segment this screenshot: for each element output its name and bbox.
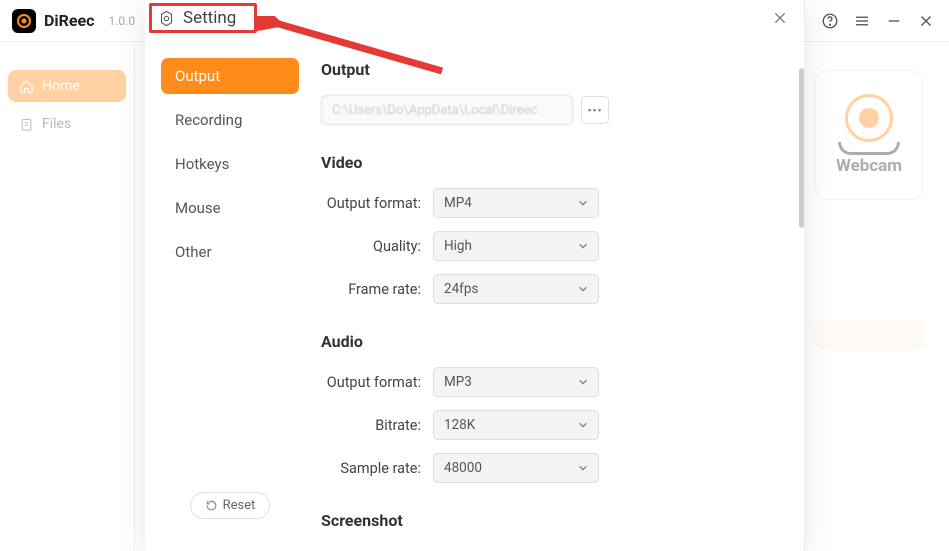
audio-samplerate-value: 48000	[444, 460, 482, 476]
header-controls	[821, 12, 935, 30]
gear-icon	[158, 10, 175, 27]
output-path-field[interactable]: C:\Users\Do\AppData\Local\Direec	[321, 95, 573, 125]
scrollbar[interactable]	[799, 68, 804, 228]
video-quality-label: Quality:	[321, 238, 421, 255]
chevron-down-icon	[578, 420, 588, 430]
section-audio-title: Audio	[321, 332, 770, 351]
dialog-content: Output C:\Users\Do\AppData\Local\Direec …	[315, 38, 804, 551]
dlg-nav-hotkeys[interactable]: Hotkeys	[161, 146, 299, 182]
audio-bitrate-select[interactable]: 128K	[433, 410, 599, 440]
dlg-nav-other[interactable]: Other	[161, 234, 299, 270]
help-icon[interactable]	[821, 12, 839, 30]
dialog-close-button[interactable]	[772, 10, 788, 30]
video-format-label: Output format:	[321, 195, 421, 212]
video-quality-value: High	[444, 238, 472, 254]
section-video: Video Output format: MP4 Quality: High	[321, 153, 770, 304]
audio-samplerate-select[interactable]: 48000	[433, 453, 599, 483]
dialog-nav: Output Recording Hotkeys Mouse Other Res…	[145, 38, 315, 551]
section-video-title: Video	[321, 153, 770, 172]
audio-format-value: MP3	[444, 374, 472, 390]
dlg-nav-output[interactable]: Output	[161, 58, 299, 94]
reset-label: Reset	[223, 498, 256, 513]
settings-dialog: Setting Output Recording Hotkeys Mouse O…	[145, 0, 805, 551]
menu-icon[interactable]	[853, 12, 871, 30]
video-framerate-value: 24fps	[444, 281, 478, 297]
chevron-down-icon	[578, 377, 588, 387]
dialog-title: Setting	[183, 8, 236, 28]
close-window-icon[interactable]	[917, 12, 935, 30]
video-framerate-label: Frame rate:	[321, 281, 421, 298]
section-output-title: Output	[321, 60, 770, 79]
app-version: 1.0.0	[109, 14, 136, 28]
audio-bitrate-label: Bitrate:	[321, 417, 421, 434]
dialog-header: Setting	[145, 0, 804, 38]
section-screenshot-title: Screenshot	[321, 511, 770, 530]
reset-button[interactable]: Reset	[190, 492, 271, 519]
video-format-select[interactable]: MP4	[433, 188, 599, 218]
browse-button[interactable]: •••	[581, 96, 609, 124]
section-screenshot: Screenshot	[321, 511, 770, 530]
reset-icon	[205, 499, 218, 512]
audio-format-label: Output format:	[321, 374, 421, 391]
chevron-down-icon	[578, 284, 588, 294]
minimize-icon[interactable]	[885, 12, 903, 30]
audio-samplerate-label: Sample rate:	[321, 460, 421, 477]
dialog-title-highlight: Setting	[149, 3, 257, 33]
app-logo-icon	[12, 9, 36, 33]
video-framerate-select[interactable]: 24fps	[433, 274, 599, 304]
app-logo-wrap: DiReec 1.0.0	[12, 9, 135, 33]
dlg-nav-recording[interactable]: Recording	[161, 102, 299, 138]
audio-bitrate-value: 128K	[444, 417, 475, 433]
audio-format-select[interactable]: MP3	[433, 367, 599, 397]
section-output: Output C:\Users\Do\AppData\Local\Direec …	[321, 60, 770, 125]
video-format-value: MP4	[444, 195, 472, 211]
dlg-nav-mouse[interactable]: Mouse	[161, 190, 299, 226]
video-quality-select[interactable]: High	[433, 231, 599, 261]
dialog-body: Output Recording Hotkeys Mouse Other Res…	[145, 38, 804, 551]
chevron-down-icon	[578, 241, 588, 251]
section-audio: Audio Output format: MP3 Bitrate: 128K	[321, 332, 770, 483]
app-name: DiReec	[44, 11, 95, 30]
chevron-down-icon	[578, 198, 588, 208]
chevron-down-icon	[578, 463, 588, 473]
